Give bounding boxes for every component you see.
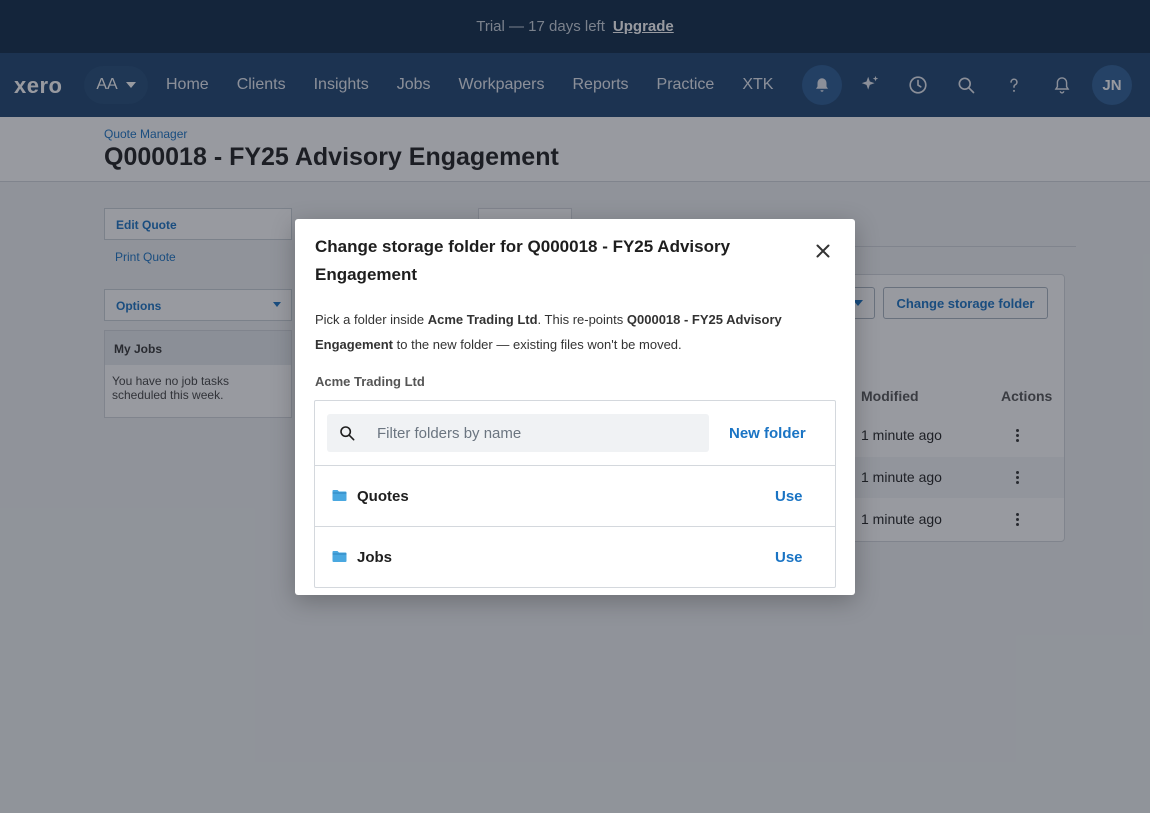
- dialog-title: Change storage folder for Q000018 - FY25…: [315, 237, 731, 284]
- change-storage-folder-dialog: Change storage folder for Q000018 - FY25…: [295, 219, 855, 595]
- folder-row[interactable]: Quotes Use: [315, 465, 835, 526]
- folder-row[interactable]: Jobs Use: [315, 526, 835, 587]
- folder-filter-input[interactable]: [377, 414, 697, 452]
- new-folder-button[interactable]: New folder: [729, 425, 806, 442]
- folder-name: Jobs: [357, 549, 393, 566]
- folder-search[interactable]: [327, 414, 709, 452]
- use-folder-button[interactable]: Use: [775, 488, 803, 505]
- close-icon[interactable]: [812, 240, 834, 262]
- folder-icon: [332, 489, 347, 507]
- desc-mid: . This re-points: [537, 312, 627, 327]
- dialog-description: Pick a folder inside Acme Trading Ltd. T…: [315, 307, 835, 357]
- folder-name: Quotes: [357, 488, 409, 505]
- use-folder-button[interactable]: Use: [775, 549, 803, 566]
- desc-suffix: to the new folder — existing files won't…: [393, 337, 682, 352]
- folder-icon: [332, 550, 347, 568]
- parent-folder-label: Acme Trading Ltd: [315, 374, 425, 389]
- folder-picker: New folder Quotes Use Jobs Use: [314, 400, 836, 588]
- search-icon: [339, 425, 355, 446]
- desc-prefix: Pick a folder inside: [315, 312, 428, 327]
- desc-org: Acme Trading Ltd: [427, 312, 538, 327]
